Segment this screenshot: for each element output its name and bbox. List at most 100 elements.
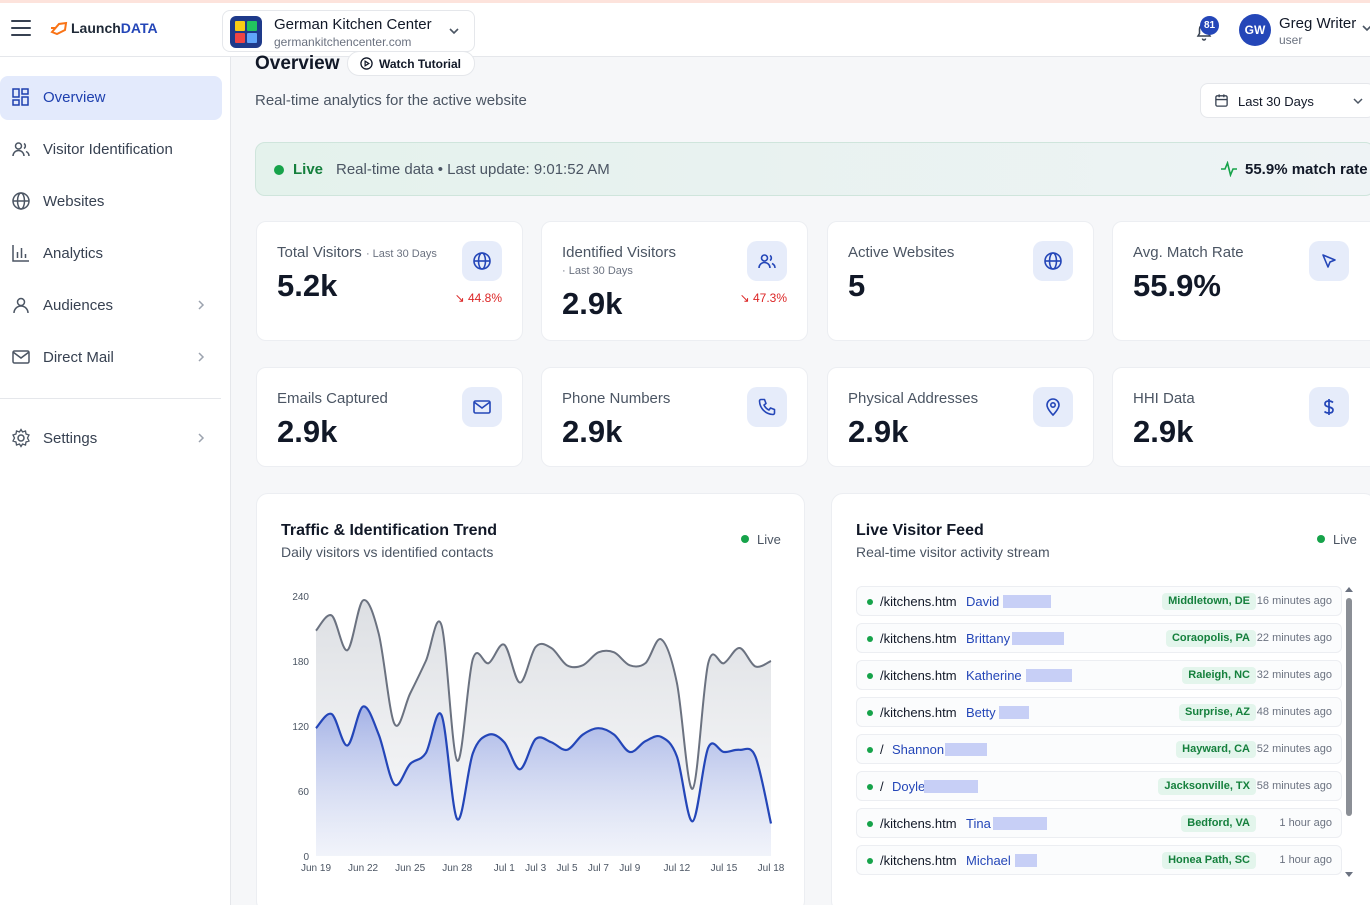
sidebar-item-analytics[interactable]: Analytics	[0, 232, 222, 276]
website-switcher[interactable]: German Kitchen Center germankitchencente…	[222, 10, 475, 52]
stat-label: Total Visitors	[277, 244, 362, 261]
x-tick-label: Jul 5	[556, 863, 578, 874]
date-range-select[interactable]: Last 30 Days	[1200, 83, 1370, 118]
y-tick-label: 240	[292, 592, 309, 603]
feed-row[interactable]: /kitchens.htm Katherine Raleigh, NC 32 m…	[856, 660, 1342, 690]
map-pin-icon	[1033, 387, 1073, 427]
globe-icon	[12, 192, 30, 210]
feed-scrollbar[interactable]	[1344, 586, 1354, 886]
status-dot	[867, 747, 873, 753]
chevron-down-icon[interactable]	[1362, 23, 1370, 33]
stat-value: 2.9k	[562, 286, 623, 321]
feed-row[interactable]: / Doyle Jacksonville, TX 58 minutes ago	[856, 771, 1342, 801]
x-tick-label: Jul 7	[588, 863, 610, 874]
avatar[interactable]: GW	[1239, 14, 1271, 46]
feed-page: /kitchens.htm	[880, 853, 957, 868]
feed-row[interactable]: /kitchens.htm Tina Bedford, VA 1 hour ag…	[856, 808, 1342, 838]
x-tick-label: Jul 12	[664, 863, 691, 874]
status-dot	[867, 599, 873, 605]
feed-time: 58 minutes ago	[1256, 780, 1332, 792]
feed-time: 1 hour ago	[1279, 854, 1332, 866]
phone-icon	[747, 387, 787, 427]
calendar-icon	[1215, 94, 1228, 107]
logo-text-prefix: Launch	[71, 20, 121, 36]
chevron-down-icon	[1353, 98, 1363, 105]
scroll-down-arrow[interactable]	[1345, 872, 1353, 877]
page-subtitle: Real-time analytics for the active websi…	[255, 92, 527, 109]
feed-row[interactable]: / Shannon Hayward, CA 52 minutes ago	[856, 734, 1342, 764]
feed-visitor-name[interactable]: Katherine	[966, 668, 1022, 683]
scroll-up-arrow[interactable]	[1345, 587, 1353, 592]
sidebar-item-visitor-identification[interactable]: Visitor Identification	[0, 128, 222, 172]
feed-row[interactable]: /kitchens.htm David Middletown, DE 16 mi…	[856, 586, 1342, 616]
y-tick-label: 0	[303, 852, 309, 863]
cursor-icon	[1309, 241, 1349, 281]
location-badge: Coraopolis, PA	[1165, 630, 1256, 647]
redacted-name-block	[924, 780, 978, 793]
feed-row[interactable]: /kitchens.htm Michael Honea Path, SC 1 h…	[856, 845, 1342, 875]
x-tick-label: Jul 3	[525, 863, 547, 874]
live-dot	[741, 535, 749, 543]
sidebar-item-overview[interactable]: Overview	[0, 76, 222, 120]
sidebar-item-settings[interactable]: Settings	[0, 417, 222, 461]
trend-subtitle: Daily visitors vs identified contacts	[281, 544, 494, 560]
redacted-name-block	[993, 817, 1047, 830]
launchdata-logo[interactable]: Launch DATA	[50, 20, 158, 36]
status-dot	[867, 636, 873, 642]
users-icon	[747, 241, 787, 281]
feed-visitor-name[interactable]: Betty	[966, 705, 996, 720]
chevron-right-icon	[198, 352, 205, 362]
feed-row[interactable]: /kitchens.htm Brittany Coraopolis, PA 22…	[856, 623, 1342, 653]
feed-visitor-name[interactable]: David	[966, 594, 999, 609]
redacted-name-block	[1003, 595, 1051, 608]
status-dot	[867, 821, 873, 827]
menu-icon[interactable]	[11, 20, 31, 38]
redacted-name-block	[1012, 632, 1064, 645]
watch-tutorial-label: Watch Tutorial	[379, 56, 461, 71]
bar-chart-icon	[12, 245, 29, 262]
feed-visitor-name[interactable]: Doyle	[892, 779, 925, 794]
stat-label: Identified Visitors	[562, 244, 676, 261]
traffic-trend-chart: 0 60 120 180 240 Jun 19 Jun 22 Jun 25 Jun 28 Jul …	[292, 592, 784, 874]
sidebar-item-label: Settings	[43, 430, 98, 447]
x-tick-label: Jun 28	[442, 863, 472, 874]
stat-delta-value: 47.3%	[752, 291, 787, 305]
feed-visitor-name[interactable]: Tina	[966, 816, 991, 831]
stat-value: 5.2k	[277, 268, 338, 303]
sidebar-item-websites[interactable]: Websites	[0, 180, 222, 224]
globe-icon	[462, 241, 502, 281]
stat-value: 2.9k	[848, 414, 909, 449]
feed-visitor-name[interactable]: Brittany	[966, 631, 1010, 646]
stat-label: HHI Data	[1133, 390, 1195, 407]
stat-card-total-visitors: Total Visitors · Last 30 Days 5.2k ↘ 44.…	[256, 221, 523, 341]
feed-visitor-name[interactable]: Michael	[966, 853, 1011, 868]
sidebar-item-label: Direct Mail	[43, 349, 114, 366]
live-update-info: Real-time data • Last update: 9:01:52 AM	[336, 161, 610, 178]
user-name[interactable]: Greg Writer	[1279, 15, 1356, 32]
live-visitor-feed-panel: Live Visitor Feed Real-time visitor acti…	[831, 493, 1370, 905]
location-badge: Bedford, VA	[1181, 815, 1256, 832]
feed-subtitle: Real-time visitor activity stream	[856, 544, 1050, 560]
location-badge: Surprise, AZ	[1179, 704, 1256, 721]
feed-visitor-name[interactable]: Shannon	[892, 742, 944, 757]
feed-time: 52 minutes ago	[1256, 743, 1332, 755]
scroll-thumb[interactable]	[1346, 598, 1352, 816]
live-dot	[1317, 535, 1325, 543]
stat-label: Physical Addresses	[848, 390, 979, 407]
location-badge: Raleigh, NC	[1182, 667, 1256, 684]
sidebar-item-direct-mail[interactable]: Direct Mail	[0, 336, 222, 380]
sidebar-item-label: Visitor Identification	[43, 141, 173, 158]
watch-tutorial-button[interactable]: Watch Tutorial	[347, 51, 475, 76]
y-tick-label: 60	[298, 787, 310, 798]
sidebar-item-audiences[interactable]: Audiences	[0, 284, 222, 328]
x-tick-label: Jun 22	[348, 863, 378, 874]
stat-label: Avg. Match Rate	[1133, 244, 1244, 261]
stat-delta-value: 44.8%	[467, 291, 502, 305]
user-role: user	[1279, 33, 1303, 47]
feed-row[interactable]: /kitchens.htm Betty Surprise, AZ 48 minu…	[856, 697, 1342, 727]
trend-live-label: Live	[757, 532, 781, 547]
sidebar: Overview Visitor Identification Websites…	[0, 57, 231, 905]
mail-icon	[462, 387, 502, 427]
match-rate-label: 55.9% match rate	[1245, 161, 1368, 178]
stat-card-active-websites: Active Websites 5	[827, 221, 1094, 341]
